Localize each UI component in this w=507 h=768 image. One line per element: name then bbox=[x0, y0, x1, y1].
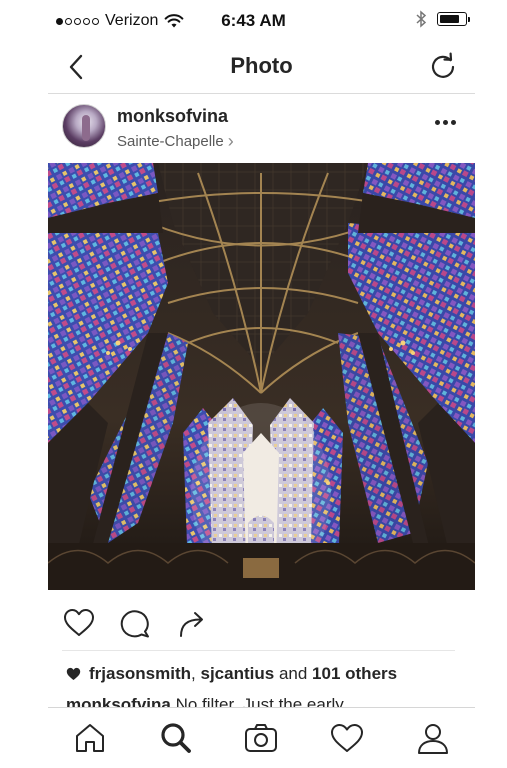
post-header: monksofvina Sainte-Chapelle › bbox=[48, 100, 475, 158]
nav-bar: Photo bbox=[48, 42, 475, 94]
status-right bbox=[415, 10, 470, 28]
battery-fill bbox=[440, 15, 460, 23]
post-username[interactable]: monksofvina bbox=[117, 106, 228, 127]
share-icon[interactable] bbox=[176, 606, 210, 640]
likes-conjunction: and bbox=[278, 664, 308, 683]
comment-icon[interactable] bbox=[118, 606, 152, 640]
location-label: Sainte-Chapelle bbox=[117, 133, 224, 150]
likes-separator: , bbox=[191, 664, 196, 683]
post-caption: monksofvina No filter. Just the early bbox=[66, 695, 466, 707]
post-actions bbox=[48, 598, 475, 648]
likes-others-link[interactable]: 101 others bbox=[312, 664, 397, 683]
caption-username[interactable]: monksofvina bbox=[66, 695, 171, 707]
heart-icon[interactable] bbox=[62, 606, 96, 640]
heart-icon[interactable] bbox=[329, 720, 365, 756]
search-icon[interactable] bbox=[158, 720, 194, 756]
caption-text: No filter. Just the early bbox=[175, 695, 344, 707]
home-icon[interactable] bbox=[72, 720, 108, 756]
page-title: Photo bbox=[230, 53, 293, 78]
chevron-right-icon: › bbox=[227, 131, 234, 151]
tab-bar bbox=[48, 707, 475, 768]
bluetooth-icon bbox=[416, 10, 427, 28]
liker-link[interactable]: frjasonsmith bbox=[89, 664, 191, 683]
divider bbox=[62, 650, 455, 651]
liker-link[interactable]: sjcantius bbox=[201, 664, 275, 683]
likes-summary[interactable]: frjasonsmith, sjcantius and 101 others bbox=[66, 664, 397, 684]
battery-icon bbox=[437, 12, 470, 26]
profile-icon[interactable] bbox=[415, 720, 451, 756]
more-options-icon[interactable] bbox=[435, 116, 457, 128]
cathedral-stained-glass-photo bbox=[48, 163, 475, 590]
post-location[interactable]: Sainte-Chapelle › bbox=[117, 131, 234, 152]
heart-filled-icon bbox=[66, 667, 81, 680]
refresh-icon[interactable] bbox=[427, 51, 459, 83]
avatar[interactable] bbox=[62, 104, 106, 148]
post-photo[interactable] bbox=[48, 163, 475, 590]
camera-icon[interactable] bbox=[243, 720, 279, 756]
status-bar: Verizon 6:43 AM bbox=[0, 0, 507, 42]
